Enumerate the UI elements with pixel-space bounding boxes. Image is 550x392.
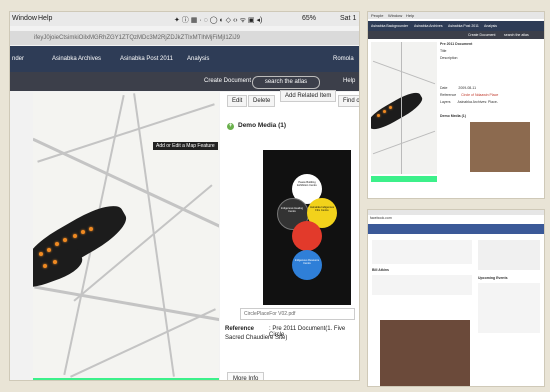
map-marker[interactable]	[89, 227, 93, 231]
os-menubar: Window Help ✦ ⓘ ▦ · ◌ ◯ ◐ ◇ ‹› ᯤ ▣ ◂) 65…	[10, 12, 359, 26]
facebook-header	[368, 224, 544, 234]
reference-row: Reference : Pre 2011 Document(1. Five Ci…	[225, 326, 346, 341]
os-menubar: People Window Help	[368, 12, 544, 19]
menu-window[interactable]: Window	[12, 15, 37, 22]
dropbox-icon: ✦ ⓘ ▦ · ◌ ◯ ◐ ◇ ‹› ᯤ ▣ ◂)	[174, 17, 263, 24]
fb-post: Bill Atkins	[372, 240, 472, 295]
create-document-button[interactable]: Create Document	[204, 78, 251, 84]
fb-url[interactable]: facebook.com	[370, 216, 392, 220]
edit-feature-label[interactable]: Add or Edit a Map Feature	[153, 142, 218, 150]
nav-item-post-2011[interactable]: Asinabka Post 2011	[120, 56, 173, 62]
help-link[interactable]: Help	[343, 78, 355, 84]
expand-icon[interactable]: +	[227, 123, 234, 130]
site-nav: Asinabka Backgrounder Asinabka Archives …	[368, 21, 544, 31]
timeline-bar[interactable]	[371, 176, 437, 182]
demo-media-header[interactable]: + Demo Media (1)	[227, 122, 286, 130]
map-marker[interactable]	[53, 260, 57, 264]
map-marker[interactable]	[43, 264, 47, 268]
nav-item-backgrounder[interactable]: nder	[12, 56, 24, 62]
map-marker[interactable]	[47, 248, 51, 252]
edit-button[interactable]: Edit	[227, 95, 248, 107]
map-marker[interactable]	[81, 230, 85, 234]
more-info-button[interactable]: More Info	[227, 372, 265, 380]
media-thumbnail[interactable]: Peace Building Exhibition Centre Indigen…	[263, 150, 351, 305]
secondary-screenshot-atlas: People Window Help Asinabka Backgrounder…	[368, 12, 544, 198]
battery-indicator: 65%	[302, 15, 317, 22]
map-marker[interactable]	[63, 238, 67, 242]
atlas-toolbar: Create Document search the atlas	[368, 31, 544, 39]
diagram-label-right: Asinabka Indigenous Film Centre	[309, 206, 335, 212]
find-on-map-button[interactable]: Find on Ma	[338, 95, 359, 107]
detail-panel: Edit Delete Add Related Item Find on Ma …	[220, 90, 359, 380]
url-text: ifeyJ0joieCtsimkiOilxMGRhZGY1ZTQzMDc3M2R…	[34, 35, 241, 41]
media-caption: CirclePlaceFor V02.pdf	[240, 308, 355, 320]
map-marker[interactable]	[55, 242, 59, 246]
delete-button[interactable]: Delete	[248, 95, 276, 107]
nav-user[interactable]: Romola	[333, 56, 354, 62]
nav-item-analysis[interactable]: Analysis	[187, 56, 209, 62]
fb-photo[interactable]	[380, 320, 470, 386]
mini-detail-panel: Pre 2011 Document Title Description Date…	[440, 42, 544, 192]
site-nav: nder Asinabka Archives Asinabka Post 201…	[10, 46, 359, 72]
map-marker[interactable]	[39, 252, 43, 256]
add-related-item-button[interactable]: Add Related Item	[280, 90, 337, 102]
atlas-search-input[interactable]: search the atlas	[252, 76, 320, 89]
diagram-label-bottom: Indigenous Resource Centre	[294, 259, 320, 265]
map-marker[interactable]	[73, 234, 77, 238]
timeline-bar[interactable]	[33, 378, 219, 380]
main-screenshot: Window Help ✦ ⓘ ▦ · ◌ ◯ ◐ ◇ ‹› ᯤ ▣ ◂) 65…	[10, 12, 359, 380]
atlas-toolbar: Create Document search the atlas Help	[10, 72, 359, 91]
fb-sidebar: Upcoming Events	[478, 240, 540, 333]
map-canvas[interactable]: Add or Edit a Map Feature	[33, 92, 219, 378]
clock: Sat 1	[340, 15, 357, 22]
menu-help[interactable]: Help	[38, 15, 52, 22]
nav-item-archives[interactable]: Asinabka Archives	[52, 56, 101, 62]
secondary-screenshot-facebook: facebook.com Bill Atkins Upcoming Events	[368, 210, 544, 386]
diagram-label-left: Indigenous Healing Centre	[280, 207, 304, 213]
mini-map[interactable]	[371, 42, 437, 174]
diagram-label-top: Peace Building Exhibition Centre	[297, 181, 317, 187]
address-bar[interactable]: ifeyJ0joieCtsimkiOilxMGRhZGY1ZTQzMDc3M2R…	[10, 31, 359, 45]
